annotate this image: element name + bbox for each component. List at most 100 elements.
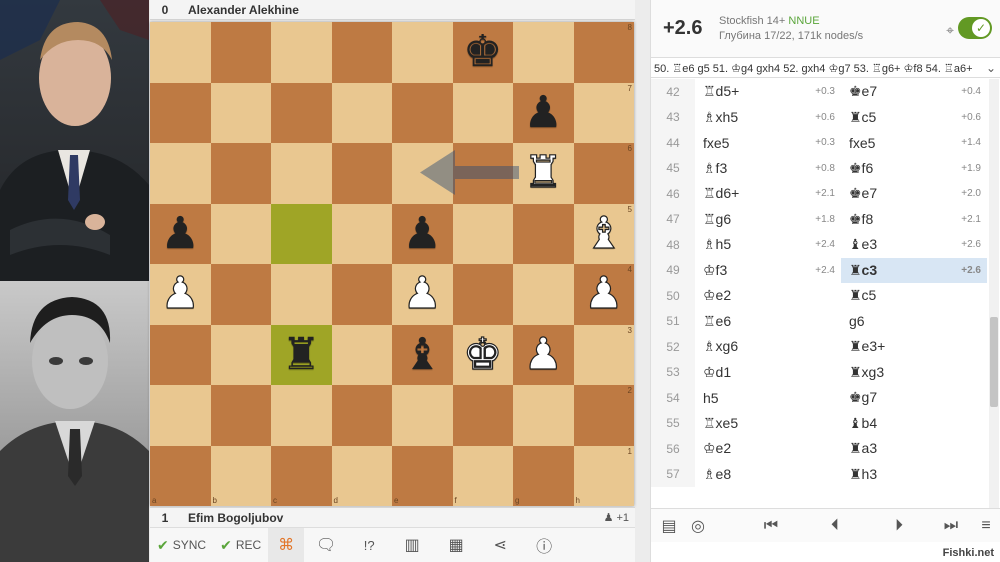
target-icon[interactable]: ⌖ <box>946 22 954 39</box>
square-f6[interactable] <box>452 143 513 204</box>
white-pawn-icon[interactable]: ♟ <box>574 264 635 325</box>
glyphs-button[interactable]: !? <box>348 528 390 562</box>
square-h6[interactable]: 6 <box>573 143 634 204</box>
white-move[interactable]: ♖d5+ +0.3 <box>695 79 841 105</box>
square-d3[interactable] <box>331 324 392 385</box>
square-a8[interactable] <box>150 22 211 83</box>
white-pawn-icon[interactable]: ♟ <box>392 264 453 325</box>
black-move[interactable]: ♝b4 <box>841 411 987 437</box>
square-f1[interactable]: f <box>452 445 513 506</box>
black-move[interactable]: ♜a3 <box>841 436 987 462</box>
black-move[interactable]: ♜c5 <box>841 283 987 309</box>
square-f2[interactable] <box>452 385 513 446</box>
square-f8[interactable]: ♚ <box>452 22 514 83</box>
square-d5[interactable] <box>331 203 392 264</box>
square-e8[interactable] <box>392 22 453 83</box>
black-rook-icon[interactable]: ♜ <box>271 325 332 386</box>
scrollbar-thumb[interactable] <box>990 317 998 407</box>
white-move[interactable]: ♔e2 <box>695 436 841 462</box>
square-a7[interactable] <box>150 82 211 143</box>
black-move[interactable]: ♜h3 <box>841 462 987 488</box>
black-move[interactable]: ♜e3+ <box>841 334 987 360</box>
white-move[interactable]: ♔d1 <box>695 360 841 386</box>
rec-button[interactable]: ✔ REC <box>213 528 268 562</box>
book-button[interactable]: ▤ <box>655 509 683 543</box>
white-bishop-icon[interactable]: ♝ <box>574 204 635 265</box>
square-c7[interactable] <box>271 82 332 143</box>
square-c5[interactable] <box>271 203 332 264</box>
black-move[interactable]: ♚e7 +0.4 <box>841 79 987 105</box>
last-move-button[interactable]: ⏭ <box>931 509 971 543</box>
white-move[interactable]: ♗xh5 +0.6 <box>695 105 841 131</box>
square-a3[interactable] <box>150 324 211 385</box>
black-pawn-icon[interactable]: ♟ <box>513 83 574 144</box>
black-move[interactable]: ♜c5 +0.6 <box>841 105 987 131</box>
white-move[interactable]: ♗f3 +0.8 <box>695 156 841 182</box>
square-c3[interactable]: ♜ <box>271 324 332 386</box>
black-move[interactable]: ♚g7 <box>841 385 987 411</box>
white-move[interactable]: ♗h5 +2.4 <box>695 232 841 258</box>
square-g2[interactable] <box>513 385 574 446</box>
white-king-icon[interactable]: ♚ <box>453 325 514 386</box>
square-d8[interactable] <box>331 22 392 83</box>
prev-move-button[interactable]: ⏴ <box>803 509 867 543</box>
info-button[interactable]: ⓘ <box>522 528 566 562</box>
square-g4[interactable] <box>513 264 574 325</box>
black-bishop-icon[interactable]: ♝ <box>392 325 453 386</box>
square-a1[interactable]: a <box>150 445 211 506</box>
square-d2[interactable] <box>331 385 392 446</box>
white-pawn-icon[interactable]: ♟ <box>150 264 211 325</box>
square-c2[interactable] <box>271 385 332 446</box>
black-move[interactable]: ♚e7 +2.0 <box>841 181 987 207</box>
explorer-button[interactable]: ◎ <box>683 509 713 543</box>
square-e7[interactable] <box>392 82 453 143</box>
square-h7[interactable]: 7 <box>573 82 634 143</box>
black-move[interactable]: ♚f8 +2.1 <box>841 207 987 233</box>
square-d1[interactable]: d <box>331 445 392 506</box>
tag-button[interactable]: ⌘ <box>268 527 305 562</box>
square-e6[interactable] <box>392 143 453 204</box>
square-d4[interactable] <box>331 264 392 325</box>
chevron-down-icon[interactable]: ⌄ <box>986 61 996 75</box>
black-move[interactable]: ♜xg3 <box>841 360 987 386</box>
square-a2[interactable] <box>150 385 211 446</box>
menu-button[interactable]: ≡ <box>971 509 1000 543</box>
black-king-icon[interactable]: ♚ <box>453 22 514 83</box>
share-button[interactable]: ⋖ <box>478 528 522 562</box>
white-move[interactable]: fxe5 +0.3 <box>695 130 841 156</box>
square-b2[interactable] <box>210 385 271 446</box>
black-move[interactable]: ♝e3 +2.6 <box>841 232 987 258</box>
black-pawn-icon[interactable]: ♟ <box>392 204 453 265</box>
square-a4[interactable]: ♟ <box>150 264 211 325</box>
white-move[interactable]: ♖e6 <box>695 309 841 335</box>
black-move[interactable]: ♜c3 +2.6 <box>841 257 987 283</box>
square-f4[interactable] <box>452 264 513 325</box>
next-move-button[interactable]: ⏵ <box>867 509 931 543</box>
black-pawn-icon[interactable]: ♟ <box>150 204 211 265</box>
square-h8[interactable]: 8 <box>573 22 634 83</box>
square-e2[interactable] <box>392 385 453 446</box>
white-move[interactable]: ♖g6 +1.8 <box>695 207 841 233</box>
square-c4[interactable] <box>271 264 332 325</box>
move-list[interactable]: 42 ♖d5+ +0.3 ♚e7 +0.4 43 ♗xh5 +0.6 ♜c5 +0.6 44 fxe5… <box>651 79 987 508</box>
black-move[interactable]: fxe5 +1.4 <box>841 130 987 156</box>
square-b6[interactable] <box>210 143 271 204</box>
square-h1[interactable]: 1h <box>573 445 634 506</box>
white-rook-icon[interactable]: ♜ <box>513 143 574 204</box>
square-a5[interactable]: ♟ <box>150 203 211 265</box>
black-move[interactable]: ♚f6 +1.9 <box>841 156 987 182</box>
square-g8[interactable] <box>513 22 574 83</box>
square-b8[interactable] <box>210 22 271 83</box>
white-move[interactable]: h5 <box>695 385 841 411</box>
square-f5[interactable] <box>452 203 513 264</box>
square-d6[interactable] <box>331 143 392 204</box>
sync-button[interactable]: ✔ SYNC <box>150 528 213 562</box>
white-move[interactable]: ♔f3 +2.4 <box>695 258 841 284</box>
square-h4[interactable]: 4 ♟ <box>573 264 635 325</box>
square-f3[interactable]: ♚ <box>452 324 514 386</box>
player-bottom-name[interactable]: Efim Bogoljubov <box>188 511 283 525</box>
square-h2[interactable]: 2 <box>573 385 634 446</box>
comment-button[interactable]: 🗨 <box>304 528 348 562</box>
white-move[interactable]: ♗e8 <box>695 462 841 488</box>
white-move[interactable]: ♗xg6 <box>695 334 841 360</box>
